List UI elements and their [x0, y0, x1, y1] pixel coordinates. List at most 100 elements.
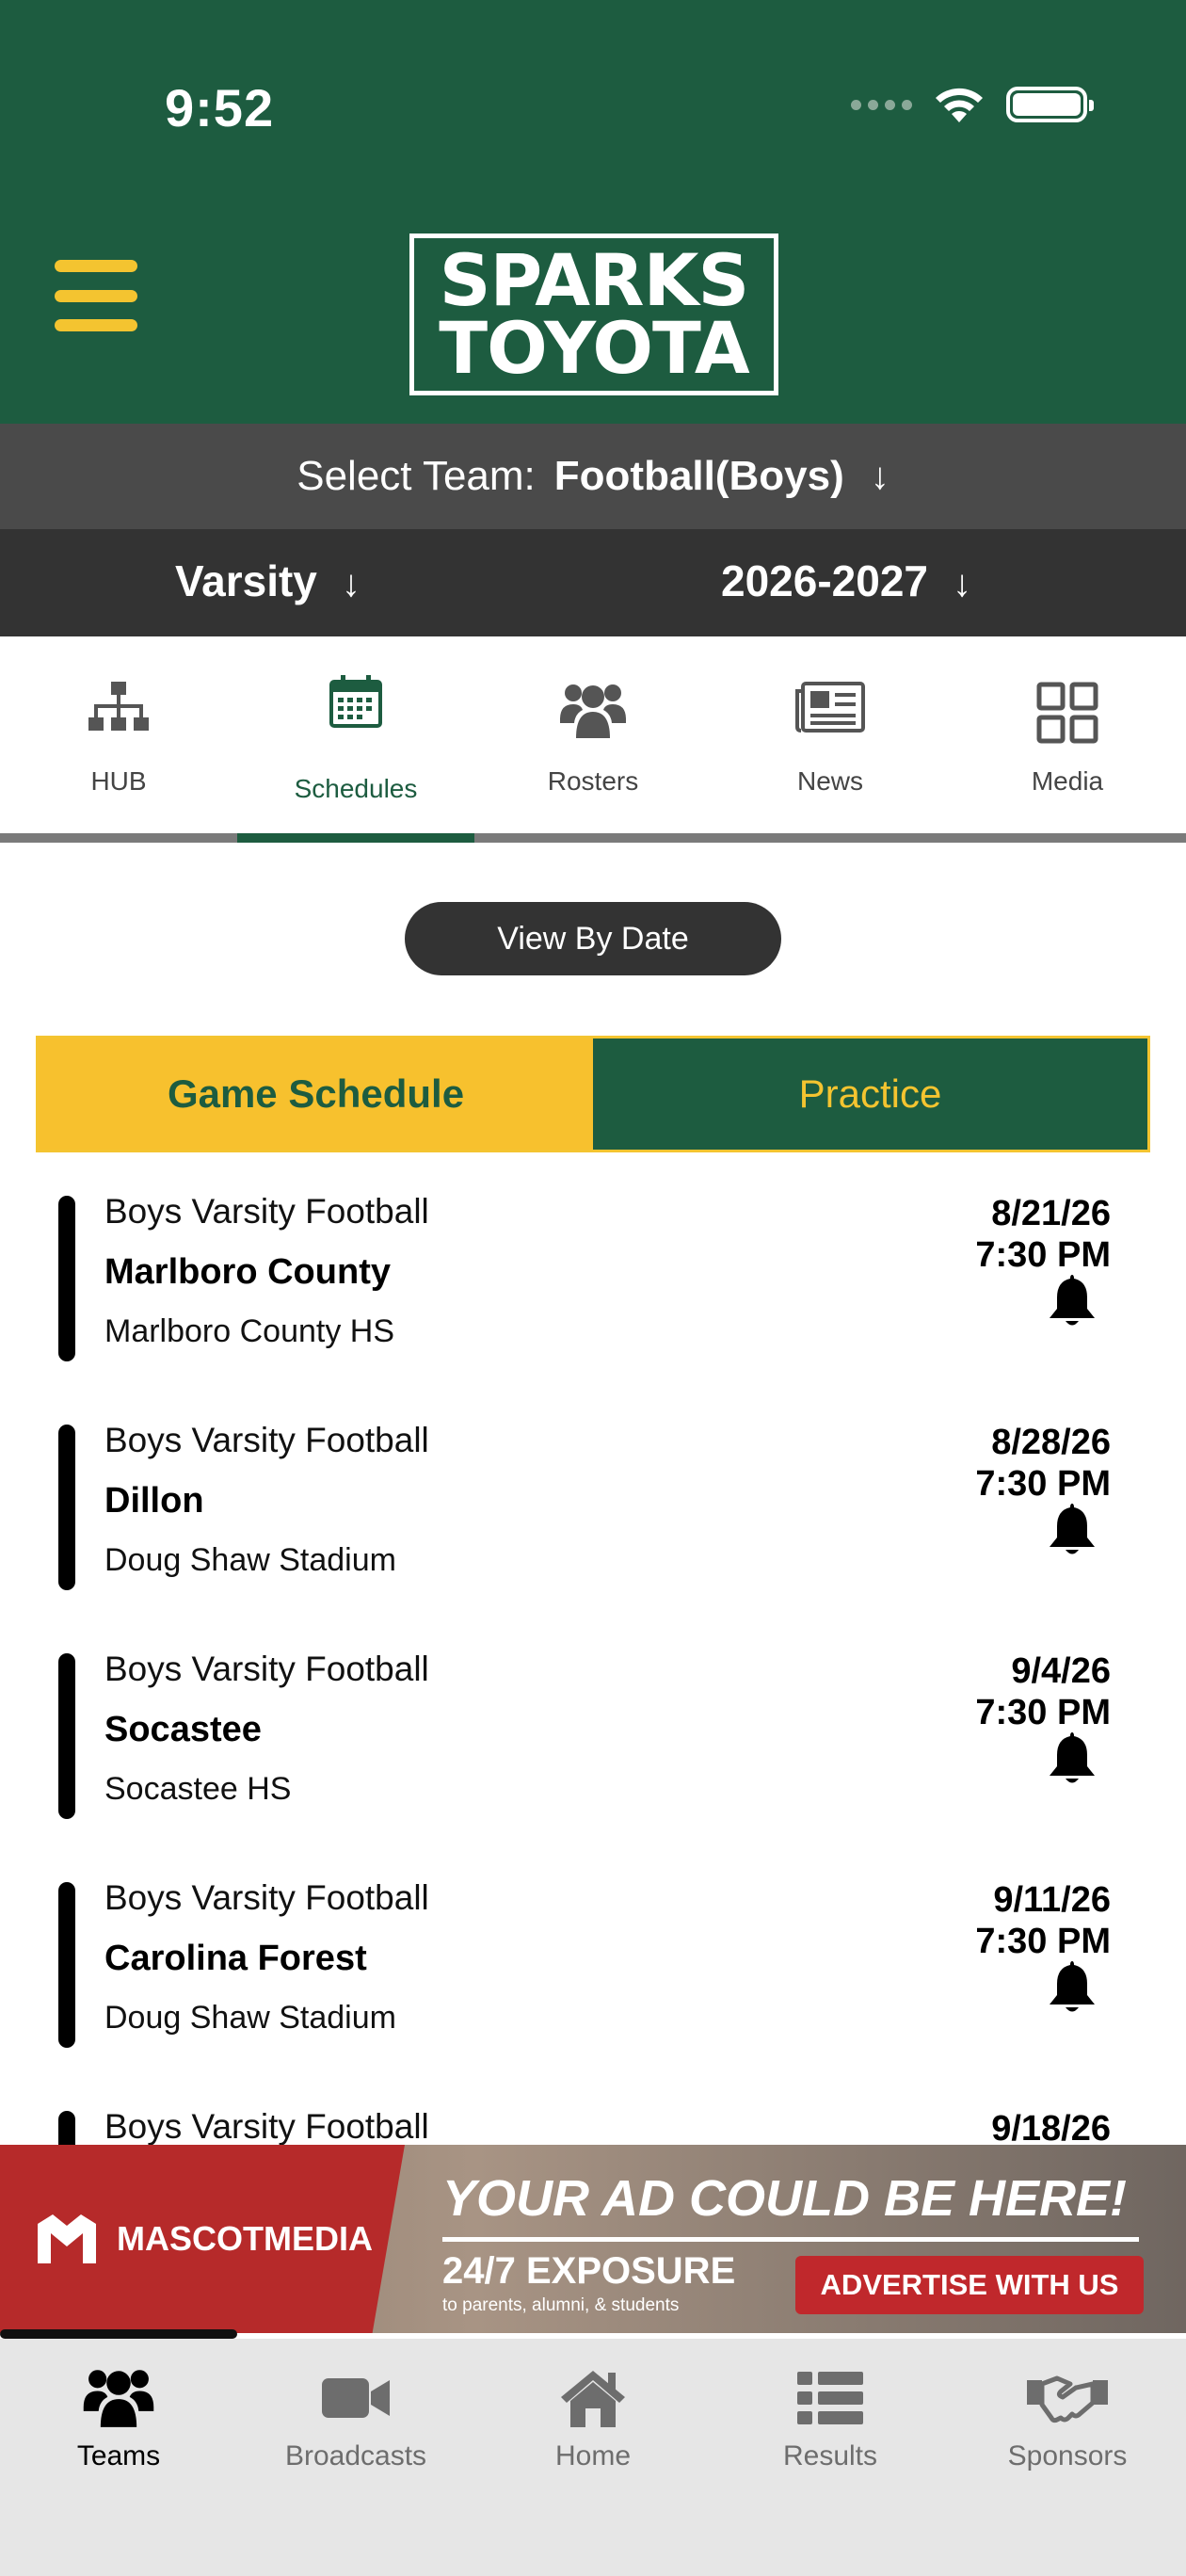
bottom-nav: Teams Broadcasts Home Results Sponsors — [0, 2339, 1186, 2576]
ad-brand-panel: MASCOTMEDIA — [0, 2145, 405, 2333]
cellular-signal-icon — [851, 99, 912, 110]
bell-icon[interactable] — [1046, 1959, 1098, 2014]
game-sport: Boys Varsity Football — [104, 2107, 429, 2146]
active-tab-indicator — [237, 833, 474, 843]
game-sport: Boys Varsity Football — [104, 1192, 429, 1231]
tab-rail — [0, 833, 1186, 843]
list-icon — [797, 2372, 863, 2424]
season-select[interactable]: 2026-2027 ↓ — [721, 555, 971, 606]
bell-icon[interactable] — [1046, 1273, 1098, 1328]
game-list: Boys Varsity Football Marlboro County Ma… — [0, 1167, 1186, 2147]
arrow-down-icon: ↓ — [952, 563, 971, 604]
sponsor-logo: SPARKS TOYOTA — [409, 233, 778, 395]
game-opponent: Marlboro County — [104, 1252, 391, 1292]
tab-hub[interactable]: HUB — [0, 636, 237, 834]
game-row[interactable]: Boys Varsity Football Dillon Doug Shaw S… — [0, 1396, 1186, 1625]
tab-label: Media — [1031, 766, 1104, 796]
newspaper-icon — [795, 682, 865, 733]
users-icon — [83, 2370, 154, 2427]
tab-media[interactable]: Media — [949, 636, 1186, 834]
bell-icon[interactable] — [1046, 1731, 1098, 1785]
game-opponent: Socastee — [104, 1710, 262, 1749]
game-row[interactable]: Boys Varsity Football 9/18/26 — [0, 2083, 1186, 2147]
game-opponent: Dillon — [104, 1481, 204, 1521]
row-marker — [58, 1653, 75, 1819]
nav-label: Sponsors — [1007, 2440, 1128, 2471]
view-by-date-button[interactable]: View By Date — [405, 902, 781, 975]
game-row[interactable]: Boys Varsity Football Socastee Socastee … — [0, 1625, 1186, 1854]
game-date: 8/28/26 — [991, 1423, 1111, 1462]
arrow-down-icon: ↓ — [870, 455, 890, 497]
game-row[interactable]: Boys Varsity Football Marlboro County Ma… — [0, 1167, 1186, 1396]
nav-broadcasts[interactable]: Broadcasts — [237, 2361, 474, 2484]
practice-button[interactable]: Practice — [593, 1038, 1147, 1150]
calendar-icon — [329, 675, 382, 728]
ad-brand-name: MASCOTMEDIA — [117, 2219, 373, 2258]
game-venue: Doug Shaw Stadium — [104, 2000, 396, 2036]
logo-line-2: TOYOTA — [439, 306, 749, 390]
game-venue: Doug Shaw Stadium — [104, 1542, 396, 1578]
status-time: 9:52 — [165, 78, 275, 137]
section-tabs: HUB Schedules Rosters News Media — [0, 636, 1186, 838]
level-season-bar: Varsity ↓ 2026-2027 ↓ — [0, 529, 1186, 636]
game-row[interactable]: Boys Varsity Football Carolina Forest Do… — [0, 1854, 1186, 2083]
tab-label: News — [796, 766, 863, 796]
game-date: 9/4/26 — [1011, 1651, 1111, 1691]
season-select-value: 2026-2027 — [721, 556, 928, 605]
bell-icon[interactable] — [1046, 1502, 1098, 1556]
tab-label: HUB — [90, 766, 147, 796]
home-icon — [561, 2371, 625, 2427]
game-time: 7:30 PM — [975, 1464, 1111, 1504]
row-marker — [58, 1425, 75, 1590]
game-venue: Socastee HS — [104, 1771, 292, 1807]
ad-cta-button[interactable]: ADVERTISE WITH US — [795, 2256, 1144, 2314]
tab-label: Rosters — [547, 766, 639, 796]
schedule-type-toggle: Game Schedule Practice — [36, 1036, 1150, 1152]
nav-results[interactable]: Results — [712, 2361, 949, 2484]
game-date: 8/21/26 — [991, 1194, 1111, 1233]
row-marker — [58, 1196, 75, 1361]
game-sport: Boys Varsity Football — [104, 1650, 429, 1688]
nav-label: Teams — [76, 2440, 161, 2471]
game-venue: Marlboro County HS — [104, 1313, 395, 1349]
team-select[interactable]: Select Team: Football(Boys) ↓ — [0, 424, 1186, 529]
level-select-value: Varsity — [175, 556, 317, 605]
handshake-icon — [1027, 2375, 1108, 2423]
arrow-down-icon: ↓ — [341, 563, 361, 604]
team-select-value: Football(Boys) — [553, 453, 844, 499]
game-time: 7:30 PM — [975, 1693, 1111, 1732]
ad-subhead: 24/7 EXPOSURE — [442, 2250, 736, 2292]
row-marker — [58, 1882, 75, 2048]
status-icons — [851, 85, 1094, 124]
game-date: 9/18/26 — [991, 2109, 1111, 2147]
app-header: 9:52 SPARKS TOYOTA — [0, 0, 1186, 424]
wifi-icon — [936, 88, 983, 122]
nav-teams[interactable]: Teams — [0, 2361, 237, 2484]
nav-home[interactable]: Home — [474, 2361, 712, 2484]
game-date: 9/11/26 — [993, 1880, 1111, 1920]
nav-label: Broadcasts — [284, 2440, 427, 2471]
game-time: 7:30 PM — [975, 1922, 1111, 1961]
game-time: 7:30 PM — [975, 1235, 1111, 1275]
nav-label: Home — [554, 2440, 632, 2471]
ad-headline: YOUR AD COULD BE HERE! — [442, 2170, 1128, 2227]
game-opponent: Carolina Forest — [104, 1939, 367, 1978]
tab-schedules[interactable]: Schedules — [237, 636, 474, 834]
hamburger-menu-icon[interactable] — [55, 260, 137, 331]
game-schedule-button[interactable]: Game Schedule — [39, 1038, 593, 1150]
tab-news[interactable]: News — [712, 636, 949, 834]
ad-small-text: to parents, alumni, & students — [442, 2295, 680, 2315]
row-marker — [58, 2111, 75, 2147]
team-select-label: Select Team: — [296, 453, 536, 499]
video-camera-icon — [322, 2378, 390, 2418]
nav-label: Results — [782, 2440, 878, 2471]
ad-banner[interactable]: MASCOTMEDIA YOUR AD COULD BE HERE! 24/7 … — [0, 2145, 1186, 2333]
ad-divider — [442, 2237, 1139, 2242]
game-sport: Boys Varsity Football — [104, 1878, 429, 1917]
tab-rosters[interactable]: Rosters — [474, 636, 712, 834]
tab-label: Schedules — [294, 774, 418, 803]
nav-sponsors[interactable]: Sponsors — [949, 2361, 1186, 2484]
mascotmedia-logo-icon — [38, 2214, 96, 2263]
level-select[interactable]: Varsity ↓ — [175, 555, 361, 606]
ad-carousel-progress — [0, 2329, 237, 2339]
